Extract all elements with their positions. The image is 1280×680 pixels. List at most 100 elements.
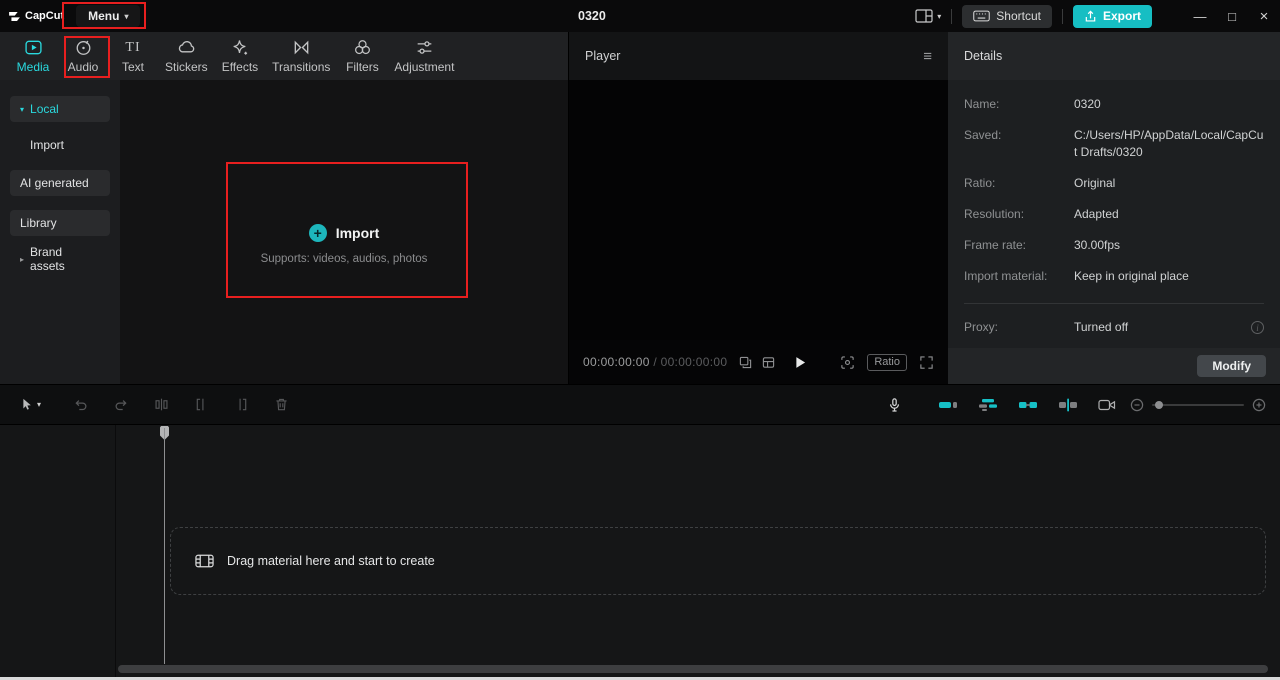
- timeline-zoom-controls: [1130, 398, 1266, 412]
- timecode-current: 00:00:00:00: [583, 355, 650, 369]
- detail-value: Adapted: [1074, 207, 1119, 221]
- record-voiceover-icon[interactable]: [887, 397, 902, 413]
- sidebar-item-label: AI generated: [20, 176, 89, 190]
- auto-snapping-icon[interactable]: [978, 398, 998, 412]
- detail-row-framerate: Frame rate: 30.00fps: [964, 237, 1264, 254]
- fullscreen-icon[interactable]: [919, 355, 934, 370]
- tab-label: Stickers: [165, 60, 208, 74]
- details-body: Name: 0320 Saved: C:/Users/HP/AppData/Lo…: [948, 80, 1280, 336]
- sidebar-item-brand-assets[interactable]: ▸ Brand assets: [10, 245, 110, 273]
- delete-icon[interactable]: [272, 393, 290, 417]
- player-mid-controls: [739, 356, 806, 369]
- tab-adjustment[interactable]: Adjustment: [387, 32, 461, 80]
- shortcut-button[interactable]: Shortcut: [962, 4, 1052, 28]
- linking-icon[interactable]: [1018, 398, 1038, 412]
- media-icon: [24, 38, 43, 57]
- close-button[interactable]: ×: [1248, 0, 1280, 32]
- sidebar-item-local[interactable]: ▾ Local: [10, 96, 110, 122]
- export-button[interactable]: Export: [1072, 4, 1152, 28]
- detail-value: Original: [1074, 176, 1116, 190]
- titlebar-divider: [951, 8, 953, 24]
- layout-switcher-button[interactable]: ▾: [915, 9, 941, 23]
- zoom-in-icon[interactable]: [1252, 398, 1266, 412]
- sidebar-item-ai-generated[interactable]: AI generated: [10, 170, 110, 196]
- delete-right-icon[interactable]: [232, 393, 250, 417]
- effects-icon: [230, 38, 249, 57]
- undo-icon[interactable]: [72, 393, 90, 417]
- detail-row-name: Name: 0320: [964, 96, 1264, 113]
- timeline-toolbar: ▾: [0, 384, 1280, 425]
- detail-value: 30.00fps: [1074, 238, 1121, 252]
- timeline-empty-message: Drag material here and start to create: [227, 554, 435, 568]
- tab-effects[interactable]: Effects: [215, 32, 265, 80]
- sidebar-item-library[interactable]: Library: [10, 210, 110, 236]
- detail-row-proxy: Proxy: Turned off i: [964, 319, 1264, 336]
- tab-label: Adjustment: [394, 60, 455, 74]
- track-header-divider: [115, 425, 116, 677]
- preview-axis-icon[interactable]: [1058, 398, 1078, 412]
- horizontal-scrollbar[interactable]: [118, 665, 1268, 673]
- capcut-window: CapCut Menu ▾ 0320 ▾ Shortcut Export — □…: [0, 0, 1280, 680]
- tab-label: Filters: [346, 60, 379, 74]
- zoom-slider-knob[interactable]: [1155, 400, 1163, 409]
- details-footer: Modify: [948, 348, 1280, 384]
- player-viewport[interactable]: [569, 80, 948, 340]
- select-tool-button[interactable]: ▾: [14, 393, 46, 417]
- detail-value: 0320: [1074, 97, 1101, 111]
- media-sidebar: ▾ Local Import AI generated Library ▸ Br…: [0, 80, 120, 384]
- zoom-slider[interactable]: [1152, 400, 1244, 409]
- zoom-out-icon[interactable]: [1130, 398, 1144, 412]
- frame-list-icon[interactable]: [762, 356, 775, 369]
- focus-icon[interactable]: [840, 355, 855, 370]
- tab-transitions[interactable]: Transitions: [265, 32, 337, 80]
- sidebar-item-label: Brand assets: [30, 245, 65, 273]
- detail-label: Import material:: [964, 269, 1048, 283]
- ratio-button[interactable]: Ratio: [867, 353, 907, 371]
- player-title: Player: [585, 49, 621, 63]
- plus-icon: +: [308, 223, 327, 242]
- timecode-separator: /: [649, 355, 661, 369]
- play-button[interactable]: [795, 356, 806, 369]
- render-preview-icon[interactable]: [1098, 398, 1116, 412]
- menu-label: Menu: [88, 9, 120, 23]
- export-icon: [1084, 10, 1097, 23]
- tab-filters[interactable]: Filters: [337, 32, 387, 80]
- details-title: Details: [964, 49, 1003, 63]
- tab-media[interactable]: Media: [8, 32, 58, 80]
- detail-label: Frame rate:: [964, 238, 1027, 252]
- maximize-button[interactable]: □: [1216, 0, 1248, 32]
- minimize-button[interactable]: —: [1184, 0, 1216, 32]
- main-track-magnet-icon[interactable]: [938, 398, 958, 412]
- playhead[interactable]: [160, 426, 169, 664]
- panel-tabbar: Media Audio TI Text Stickers Effects Tra…: [0, 32, 568, 80]
- modify-button[interactable]: Modify: [1197, 355, 1266, 377]
- detail-label: Proxy:: [964, 320, 999, 334]
- timeline-dropzone[interactable]: Drag material here and start to create: [170, 527, 1266, 595]
- import-dropzone[interactable]: + Import Supports: videos, audios, photo…: [120, 80, 568, 384]
- player-menu-icon[interactable]: ≡: [923, 48, 932, 65]
- film-icon: [195, 553, 214, 569]
- sidebar-item-import[interactable]: Import: [10, 136, 110, 154]
- redo-icon[interactable]: [112, 393, 130, 417]
- delete-left-icon[interactable]: [192, 393, 210, 417]
- split-icon[interactable]: [152, 393, 170, 417]
- timecode-total: 00:00:00:00: [660, 355, 728, 369]
- capcut-logo-icon: [8, 10, 21, 23]
- frame-grid-icon[interactable]: [739, 356, 752, 369]
- player-header: Player ≡: [569, 32, 948, 80]
- tab-audio[interactable]: Audio: [58, 32, 108, 80]
- tab-stickers[interactable]: Stickers: [158, 32, 215, 80]
- project-title: 0320: [578, 9, 606, 23]
- triangle-right-icon: ▸: [20, 254, 25, 264]
- filters-icon: [353, 38, 372, 57]
- tab-text[interactable]: TI Text: [108, 32, 158, 80]
- timeline[interactable]: Drag material here and start to create: [0, 425, 1280, 677]
- app-name-label: CapCut: [25, 10, 65, 22]
- info-icon[interactable]: i: [1251, 321, 1264, 334]
- media-content: + Import Supports: videos, audios, photo…: [120, 80, 568, 384]
- detail-row-ratio: Ratio: Original: [964, 175, 1264, 192]
- app-logo: CapCut: [0, 10, 74, 23]
- menu-button[interactable]: Menu ▾: [76, 5, 141, 27]
- chevron-down-icon: ▾: [937, 11, 942, 21]
- detail-row-resolution: Resolution: Adapted: [964, 206, 1264, 223]
